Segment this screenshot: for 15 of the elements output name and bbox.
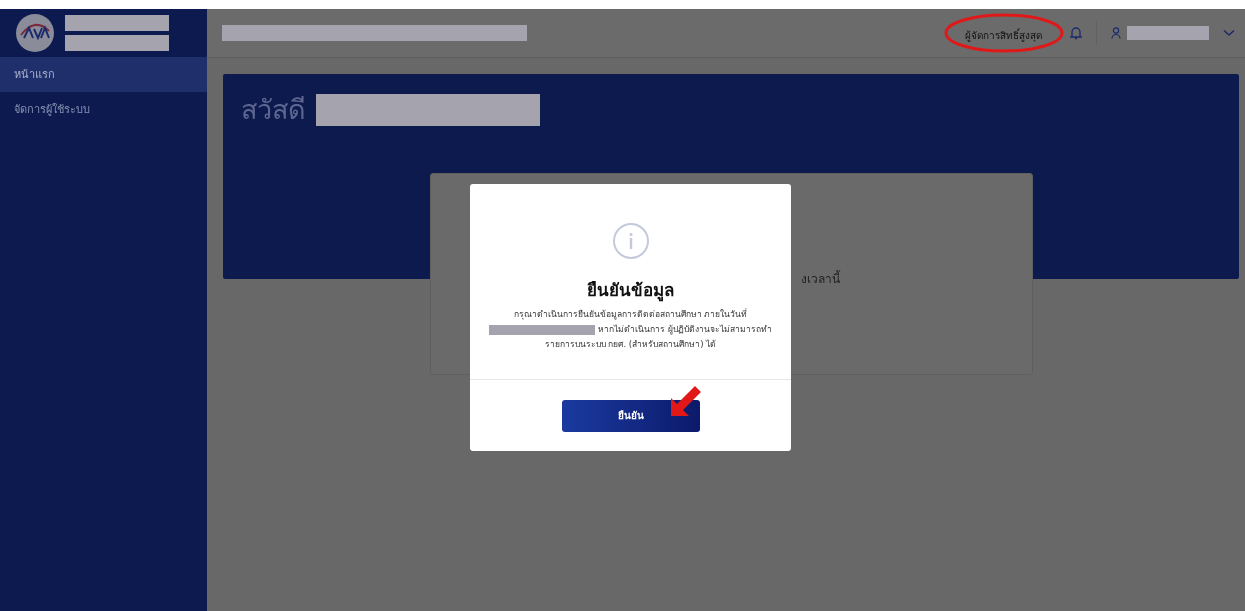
logo-icon [15, 13, 55, 53]
dialog-message: หากไม่ดำเนินการ ผู้ปฏิบัติงานจะไม่สามารถทำรายการบนระบบ กยศ. (สำหรับสถานศึกษา) ได้ [544, 324, 772, 349]
card-text: งเวลานี้ [801, 269, 840, 288]
notification-bell-icon[interactable] [1070, 26, 1082, 40]
greeting-text: สวัสดี [241, 93, 306, 127]
user-icon [1111, 27, 1121, 39]
arrow-icon [669, 384, 703, 418]
user-role-label: ผู้จัดการสิทธิ์สูงสุด [965, 29, 1042, 41]
sidebar-item[interactable]: จัดการผู้ใช้ระบบ [0, 92, 207, 127]
info-icon [611, 222, 650, 260]
dialog-message: กรุณาดำเนินการยืนยันข้อมูลการติดต่อสถานศึกษา ภายในวันที่ [513, 309, 748, 319]
chevron-down-icon[interactable] [1223, 29, 1235, 37]
sidebar-item[interactable]: หน้าแรก [0, 57, 207, 92]
confirm-button[interactable]: ยืนยัน [561, 399, 700, 432]
dialog-title: ยืนยันข้อมูล [587, 279, 674, 303]
